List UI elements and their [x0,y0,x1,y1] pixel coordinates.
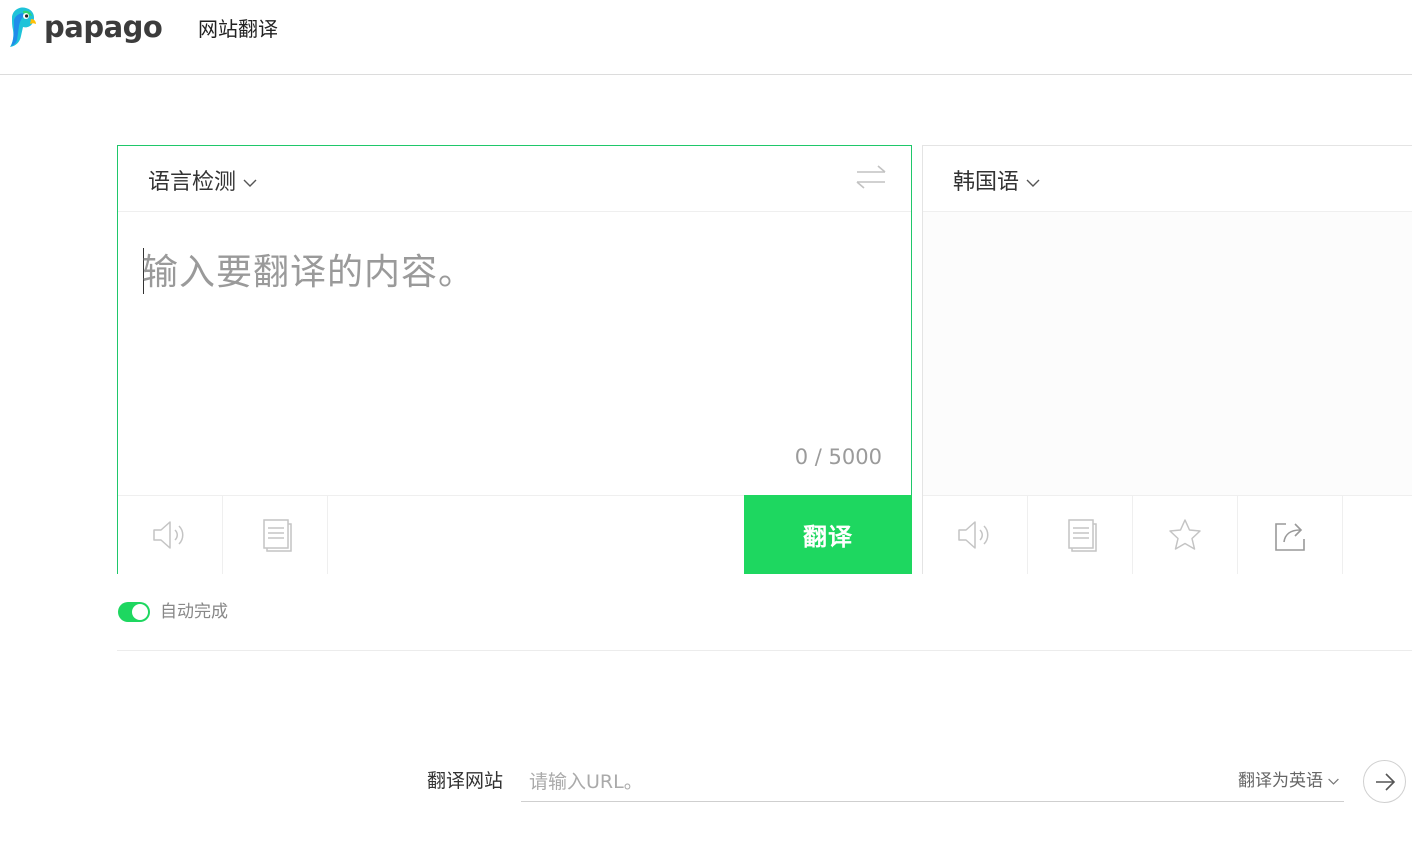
source-language-label: 语言检测 [148,170,237,195]
copy-icon [1068,519,1097,552]
target-language-label: 韩国语 [953,170,1020,195]
translate-button[interactable]: 翻译 [744,495,912,574]
source-placeholder: 输入要翻译的内容。 [142,252,476,293]
source-panel: 语言检测 输入要翻译的内容。 0 / 5000 翻译 [117,145,912,574]
autocomplete-label: 自动完成 [160,602,228,622]
website-translation-label: 翻译网站 [427,770,504,792]
target-panel-header: 韩国语 [923,146,1412,212]
share-icon [1275,523,1305,551]
section-divider [117,650,1412,651]
character-counter: 0 / 5000 [794,445,882,469]
source-language-select[interactable]: 语言检测 [148,168,258,198]
target-toolbar [923,495,1412,574]
website-target-language-label: 翻译为英语 [1238,771,1323,791]
target-language-select[interactable]: 韩国语 [953,168,1041,198]
source-panel-header: 语言检测 [118,146,911,212]
autocomplete-toggle[interactable]: 自动完成 [118,601,228,623]
favorite-button[interactable] [1133,496,1238,574]
source-listen-button[interactable] [118,496,223,574]
toggle-switch[interactable] [118,602,150,622]
papago-logo[interactable]: papago [6,6,163,48]
star-icon [1169,519,1201,550]
chevron-down-icon [243,179,257,187]
copy-icon [263,519,292,552]
logo-text: papago [44,10,163,44]
swap-icon[interactable] [855,164,887,190]
target-listen-button[interactable] [923,496,1028,574]
speaker-icon [153,521,184,549]
header: papago 网站翻译 [0,0,1412,75]
chevron-down-icon [1328,778,1339,785]
target-toolbar-extra [1343,496,1412,574]
target-copy-button[interactable] [1028,496,1133,574]
source-text-input[interactable]: 输入要翻译的内容。 [142,244,882,444]
toggle-knob [132,604,148,620]
url-go-button[interactable] [1363,760,1406,803]
source-toolbar: 翻译 [118,495,912,574]
url-field-wrapper: 翻译为英语 [521,760,1344,802]
parrot-logo-icon [10,7,36,47]
nav-website-translation[interactable]: 网站翻译 [198,16,278,42]
speaker-icon [958,521,989,549]
url-input[interactable] [521,766,1211,798]
share-button[interactable] [1238,496,1343,574]
website-target-language-select[interactable]: 翻译为英语 [1238,769,1340,793]
source-copy-button[interactable] [223,496,328,574]
target-panel: 韩国语 [922,145,1412,574]
chevron-down-icon [1026,179,1040,187]
arrow-right-icon [1375,772,1395,791]
